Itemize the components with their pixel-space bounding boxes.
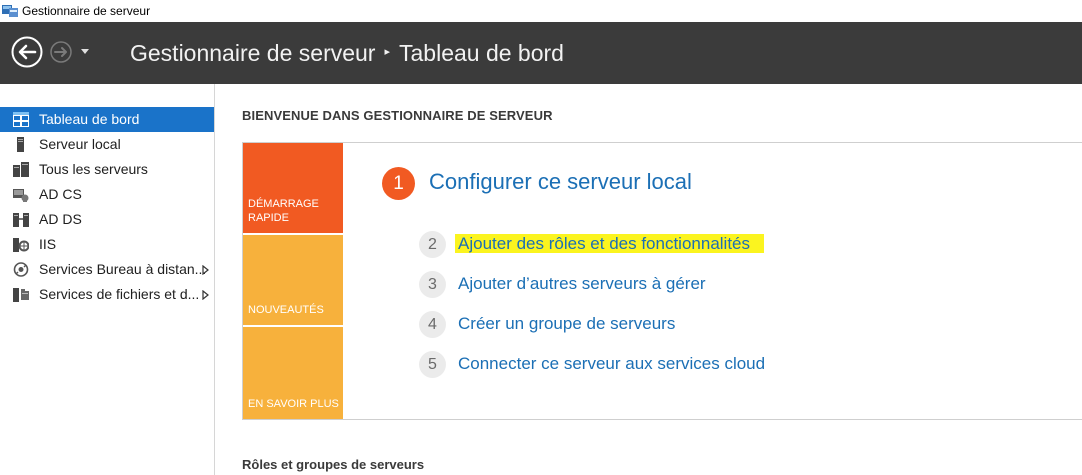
sidebar-item-all-servers[interactable]: Tous les serveurs: [0, 157, 214, 182]
tile-label: EN SAVOIR PLUS: [248, 398, 339, 410]
step-link[interactable]: Ajouter des rôles et des fonctionnalités: [458, 234, 750, 254]
sidebar-item-label: Services Bureau à distan...: [39, 261, 207, 277]
forward-arrow-icon[interactable]: [50, 41, 72, 63]
tile-learn-more[interactable]: EN SAVOIR PLUS: [243, 327, 343, 419]
tile-whats-new[interactable]: NOUVEAUTÉS: [243, 235, 343, 325]
roles-section-title: Rôles et groupes de serveurs: [242, 457, 425, 472]
sidebar-item-file-services[interactable]: Services de fichiers et d...: [0, 282, 214, 307]
sidebar-item-remote-desktop[interactable]: Services Bureau à distan...: [0, 257, 214, 282]
servers-icon: [13, 162, 29, 177]
step-link[interactable]: Configurer ce serveur local: [429, 169, 692, 195]
sidebar-item-label: Tableau de bord: [39, 111, 140, 127]
sidebar-item-label: AD DS: [39, 211, 82, 227]
sidebar: Tableau de bord Serveur local Tous les s…: [0, 84, 215, 475]
tile-label-line: RAPIDE: [248, 212, 289, 224]
breadcrumb-current: Tableau de bord: [399, 40, 564, 66]
server-manager-app-icon: [2, 5, 18, 17]
step-number-badge: 2: [419, 231, 446, 258]
history-dropdown-icon[interactable]: [80, 48, 90, 56]
main-content: BIENVENUE DANS GESTIONNAIRE DE SERVEUR D…: [215, 84, 1082, 475]
file-services-icon: [13, 288, 29, 302]
adcs-icon: [13, 189, 29, 202]
window-title: Gestionnaire de serveur: [22, 4, 151, 18]
step-number-badge: 4: [419, 311, 446, 338]
step-number-badge: 1: [382, 167, 415, 200]
sidebar-item-label: IIS: [39, 236, 57, 252]
step-number-badge: 5: [419, 351, 446, 378]
header-bar: Gestionnaire de serveur ▸ Tableau de bord: [0, 22, 1082, 84]
server-icon: [17, 137, 24, 152]
breadcrumb-separator-icon: ▸: [384, 46, 390, 59]
chevron-right-icon[interactable]: [202, 290, 209, 300]
sidebar-item-ad-ds[interactable]: AD DS: [0, 207, 214, 232]
iis-icon: [13, 238, 29, 252]
welcome-title: BIENVENUE DANS GESTIONNAIRE DE SERVEUR: [242, 108, 553, 123]
tile-quick-start[interactable]: DÉMARRAGE RAPIDE: [243, 143, 343, 233]
adds-icon: [13, 213, 29, 227]
step-link[interactable]: Connecter ce serveur aux services cloud: [458, 354, 765, 374]
sidebar-item-label: AD CS: [39, 186, 82, 202]
sidebar-item-local-server[interactable]: Serveur local: [0, 132, 214, 157]
sidebar-item-ad-cs[interactable]: AD CS: [0, 182, 214, 207]
step-number-badge: 3: [419, 271, 446, 298]
window-titlebar: Gestionnaire de serveur: [0, 0, 1082, 22]
back-arrow-icon[interactable]: [11, 36, 43, 68]
sidebar-item-label: Serveur local: [39, 136, 121, 152]
sidebar-item-iis[interactable]: IIS: [0, 232, 214, 257]
breadcrumb: Gestionnaire de serveur ▸ Tableau de bord: [130, 40, 564, 67]
chevron-right-icon[interactable]: [202, 265, 209, 275]
quick-start-panel: DÉMARRAGE RAPIDE NOUVEAUTÉS EN SAVOIR PL…: [242, 142, 1082, 420]
sidebar-item-label: Tous les serveurs: [39, 161, 148, 177]
sidebar-item-dashboard[interactable]: Tableau de bord: [0, 107, 214, 132]
sidebar-item-label: Services de fichiers et d...: [39, 286, 200, 302]
tile-label: NOUVEAUTÉS: [248, 304, 324, 316]
remote-desktop-icon: [13, 262, 29, 277]
step-link[interactable]: Ajouter d’autres serveurs à gérer: [458, 274, 706, 294]
tile-label: DÉMARRAGE RAPIDE: [248, 197, 319, 225]
step-link[interactable]: Créer un groupe de serveurs: [458, 314, 675, 334]
tile-label-line: DÉMARRAGE: [248, 198, 319, 210]
dashboard-icon: [13, 112, 29, 127]
breadcrumb-root[interactable]: Gestionnaire de serveur: [130, 40, 375, 66]
